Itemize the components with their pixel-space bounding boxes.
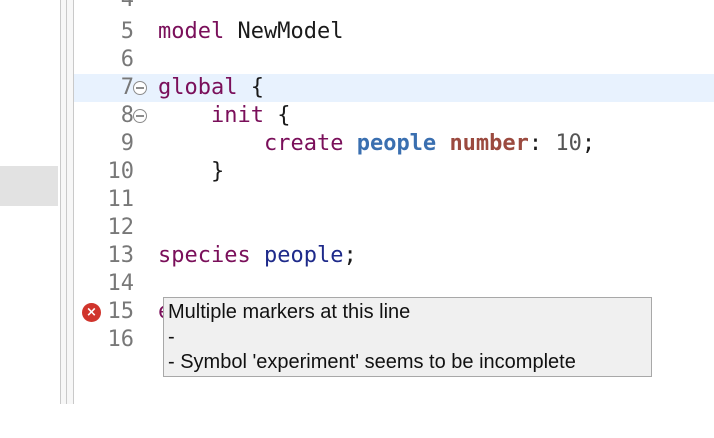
code-line-10: 10 } xyxy=(74,158,714,186)
selected-tree-item[interactable] xyxy=(0,166,58,206)
error-marker-icon[interactable]: × xyxy=(82,303,101,322)
tooltip-line: - xyxy=(168,326,175,348)
line-number: 7 xyxy=(120,75,134,100)
code-line-6: 6 xyxy=(74,46,714,74)
code-line-8: 8 init { xyxy=(74,102,714,130)
code-line-12: 12 xyxy=(74,214,714,242)
pane-sash[interactable] xyxy=(60,0,74,404)
code-text: species people; xyxy=(158,243,357,268)
line-number: 6 xyxy=(120,47,134,72)
tooltip-line: - Symbol 'experiment' seems to be incomp… xyxy=(168,351,576,373)
line-number: 14 xyxy=(107,271,135,296)
code-text: init { xyxy=(210,103,291,128)
fold-collapse-icon[interactable] xyxy=(133,109,147,123)
code-line-5: 5 model NewModel xyxy=(74,18,714,46)
line-number: 10 xyxy=(107,159,135,184)
line-number: 9 xyxy=(120,131,134,156)
line-number: 16 xyxy=(107,327,135,352)
code-line-7: 7 global { xyxy=(74,74,714,102)
code-text: } xyxy=(210,159,225,184)
line-number: 11 xyxy=(107,187,135,212)
code-text: create people number: 10; xyxy=(263,131,596,156)
error-tooltip: Multiple markers at this line - - Symbol… xyxy=(163,297,652,377)
code-text: global { xyxy=(158,75,264,100)
line-number: 12 xyxy=(107,215,135,240)
code-line-11: 11 xyxy=(74,186,714,214)
tooltip-title: Multiple markers at this line xyxy=(168,301,411,323)
line-number: 4 xyxy=(121,0,134,14)
line-number: 15 xyxy=(107,299,135,324)
left-pane xyxy=(0,0,60,404)
code-line-4: 4 xyxy=(74,0,714,14)
code-line-14: 14 xyxy=(74,270,714,298)
line-number: 8 xyxy=(120,103,134,128)
code-text: model NewModel xyxy=(158,19,344,44)
fold-collapse-icon[interactable] xyxy=(133,81,147,95)
code-line-9: 9 create people number: 10; xyxy=(74,130,714,158)
line-number: 5 xyxy=(120,19,134,44)
code-line-13: 13 species people; xyxy=(74,242,714,270)
line-number: 13 xyxy=(107,243,135,268)
